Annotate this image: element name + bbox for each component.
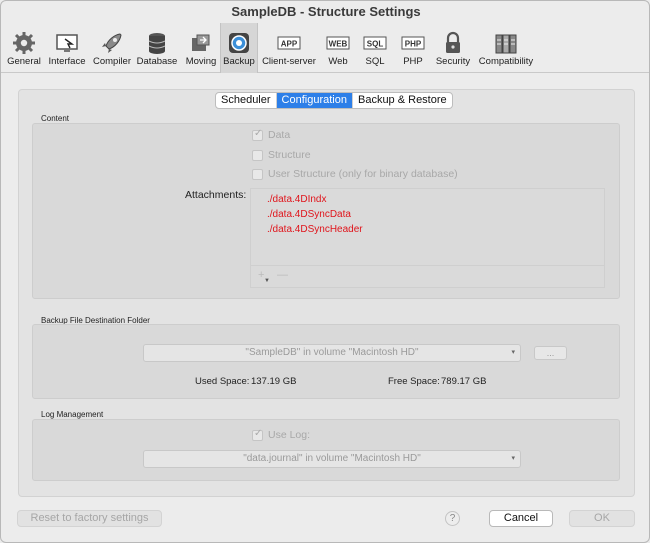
- data-checkbox-label: Data: [268, 129, 291, 141]
- toolbar-item-sql[interactable]: SQL SQL: [358, 23, 392, 73]
- cancel-button[interactable]: Cancel: [489, 510, 553, 527]
- toolbar-item-interface[interactable]: Interface: [46, 23, 88, 73]
- structure-checkbox-box: [252, 149, 263, 161]
- remove-attachment-button[interactable]: —: [277, 269, 288, 281]
- ok-button[interactable]: OK: [569, 510, 635, 527]
- toolbar-item-compatibility[interactable]: Compatibility: [476, 23, 536, 73]
- toolbar-item-backup[interactable]: Backup: [220, 23, 258, 73]
- tab-configuration[interactable]: Configuration: [276, 93, 352, 108]
- svg-text:WEB: WEB: [329, 40, 348, 49]
- toolbar-label-compiler: Compiler: [92, 56, 131, 67]
- use-log-checkbox-label: Use Log:: [268, 429, 311, 441]
- used-space-label: Used Space:: [195, 376, 250, 387]
- lock-icon: [446, 31, 460, 53]
- user-structure-checkbox[interactable]: User Structure (only for binary database…: [252, 168, 458, 180]
- toolbar-item-database[interactable]: Database: [136, 23, 178, 73]
- attachments-toolbar: + — ▼: [251, 265, 604, 287]
- toolbar-item-compiler[interactable]: Compiler: [91, 23, 133, 73]
- backup-icon: [229, 33, 249, 53]
- destination-folder-value: "SampleDB" in volume "Macintosh HD": [245, 347, 419, 358]
- toolbar-item-web[interactable]: WEB Web: [321, 23, 355, 73]
- app-icon: APP: [277, 36, 301, 50]
- compatibility-icon: [495, 34, 517, 54]
- free-space-value: 789.17 GB: [441, 376, 487, 387]
- toolbar-label-compatibility: Compatibility: [478, 56, 534, 67]
- toolbar-label-sql: SQL: [365, 56, 385, 67]
- use-log-checkbox-box: [252, 428, 263, 441]
- popup-arrows-icon: ▾: [511, 455, 515, 462]
- moving-icon: [192, 34, 210, 51]
- toolbar-label-web: Web: [328, 56, 348, 67]
- toolbar-label-backup: Backup: [223, 56, 255, 67]
- content-section-title: Content: [41, 114, 70, 123]
- gear-icon: [13, 32, 35, 54]
- toolbar-label-php: PHP: [403, 56, 423, 67]
- use-log-checkbox[interactable]: Use Log:: [252, 428, 311, 441]
- list-item[interactable]: ./data.4DSyncHeader: [267, 224, 363, 235]
- user-structure-checkbox-label: User Structure (only for binary database…: [268, 168, 458, 180]
- toolbar-item-php[interactable]: PHP PHP: [396, 23, 430, 73]
- settings-window: SampleDB - Structure Settings General In…: [0, 0, 650, 543]
- list-item[interactable]: ./data.4DIndx: [267, 194, 326, 205]
- svg-text:PHP: PHP: [405, 40, 422, 49]
- toolbar-label-security: Security: [435, 56, 471, 67]
- php-icon: PHP: [401, 36, 425, 50]
- toolbar-label-moving: Moving: [185, 56, 217, 67]
- structure-checkbox-label: Structure: [268, 149, 311, 161]
- tab-backup-restore[interactable]: Backup & Restore: [353, 93, 452, 108]
- list-item[interactable]: ./data.4DSyncData: [267, 209, 351, 220]
- log-section-title: Log Management: [41, 410, 104, 419]
- data-checkbox-box: [252, 128, 263, 141]
- toolbar: General Interface Compiler Database Movi…: [1, 23, 649, 73]
- log-file-popup[interactable]: "data.journal" in volume "Macintosh HD" …: [143, 450, 521, 468]
- tab-control: Scheduler Configuration Backup & Restore: [215, 92, 453, 109]
- browse-folder-button[interactable]: ...: [534, 346, 567, 360]
- tab-scheduler[interactable]: Scheduler: [216, 93, 276, 108]
- rocket-icon: [102, 33, 122, 53]
- user-structure-checkbox-box: [252, 168, 263, 180]
- svg-text:SQL: SQL: [367, 40, 384, 49]
- svg-text:APP: APP: [281, 40, 298, 49]
- web-icon: WEB: [326, 36, 350, 50]
- toolbar-label-database: Database: [136, 56, 178, 67]
- toolbar-label-client-server: Client-server: [262, 56, 316, 67]
- reset-factory-settings-button[interactable]: Reset to factory settings: [17, 510, 162, 527]
- popup-arrows-icon: ▾: [511, 349, 515, 356]
- toolbar-item-client-server[interactable]: APP Client-server: [260, 23, 318, 73]
- sql-icon: SQL: [363, 36, 387, 50]
- data-checkbox[interactable]: Data: [252, 128, 291, 141]
- interface-icon: [56, 34, 78, 52]
- attachments-label: Attachments:: [185, 189, 247, 201]
- free-space-label: Free Space:: [388, 376, 440, 387]
- toolbar-label-interface: Interface: [48, 56, 86, 67]
- toolbar-item-moving[interactable]: Moving: [181, 23, 221, 73]
- used-space-value: 137.19 GB: [251, 376, 297, 387]
- toolbar-item-security[interactable]: Security: [434, 23, 472, 73]
- toolbar-label-general: General: [7, 56, 41, 67]
- log-file-value: "data.journal" in volume "Macintosh HD": [243, 453, 421, 464]
- attachments-list[interactable]: ./data.4DIndx ./data.4DSyncData ./data.4…: [250, 188, 605, 288]
- toolbar-item-general[interactable]: General: [6, 23, 42, 73]
- window-title: SampleDB - Structure Settings: [231, 4, 421, 19]
- structure-checkbox[interactable]: Structure: [252, 149, 311, 161]
- help-button[interactable]: ?: [445, 511, 460, 526]
- database-icon: [148, 33, 166, 54]
- chevron-down-icon[interactable]: ▼: [264, 278, 270, 284]
- destination-folder-popup[interactable]: "SampleDB" in volume "Macintosh HD" ▾: [143, 344, 521, 362]
